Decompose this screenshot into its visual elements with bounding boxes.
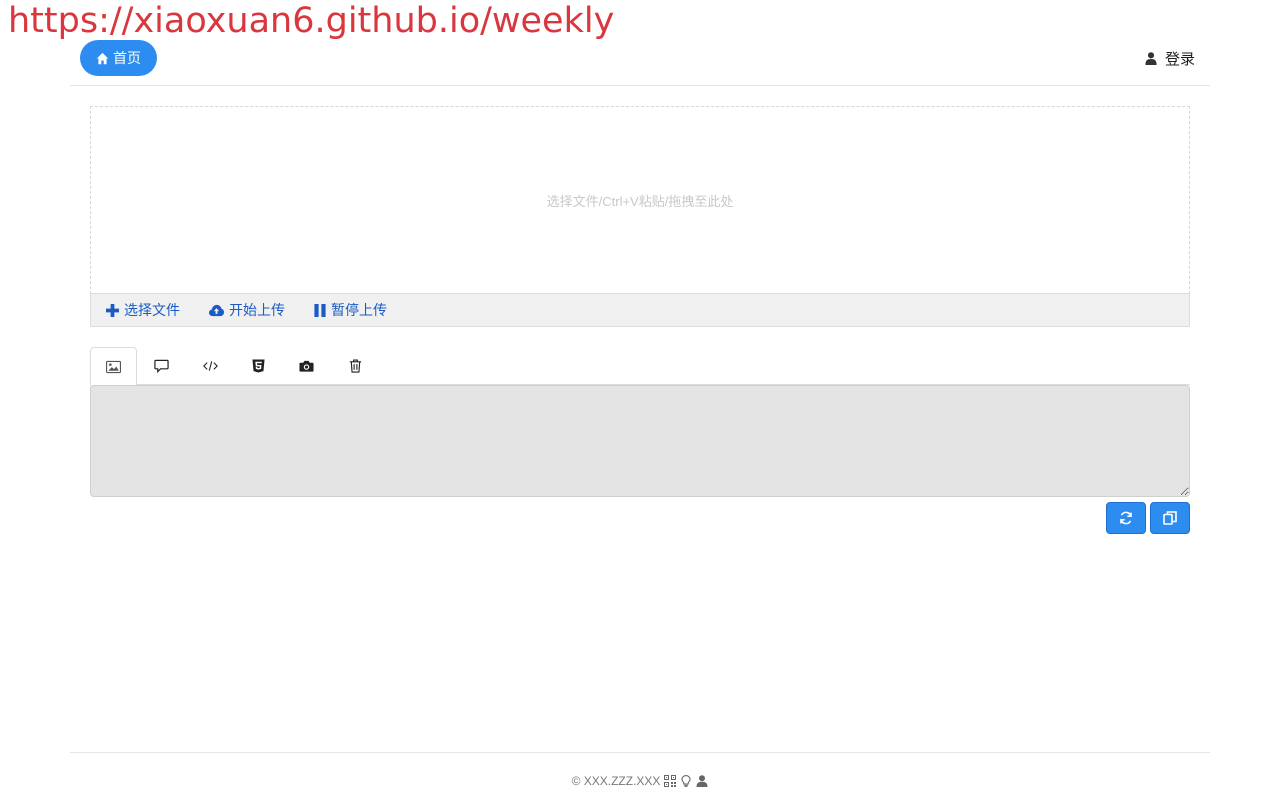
copy-icon	[1163, 511, 1177, 525]
pause-icon	[314, 303, 326, 317]
user-icon[interactable]	[696, 775, 708, 787]
home-icon	[96, 52, 109, 64]
code-icon	[203, 361, 218, 371]
cloud-upload-icon	[209, 304, 224, 316]
tab-comment[interactable]	[138, 347, 185, 385]
choose-file-button[interactable]: 选择文件	[106, 300, 180, 320]
upload-toolbar: 选择文件 开始上传 暂停上传	[90, 293, 1190, 327]
home-button[interactable]: 首页	[80, 40, 157, 76]
login-label: 登录	[1164, 51, 1195, 68]
login-link[interactable]: 登录	[1145, 48, 1195, 69]
pause-upload-label: 暂停上传	[331, 302, 387, 318]
camera-icon	[299, 360, 314, 372]
start-upload-button[interactable]: 开始上传	[209, 300, 285, 320]
home-button-label: 首页	[113, 50, 141, 66]
refresh-button[interactable]	[1106, 502, 1146, 534]
image-icon	[106, 360, 121, 373]
dropzone-hint: 选择文件/Ctrl+V粘贴/拖拽至此处	[546, 194, 734, 209]
plus-icon	[106, 303, 119, 317]
tab-camera[interactable]	[283, 347, 330, 385]
start-upload-label: 开始上传	[229, 302, 285, 318]
tab-trash[interactable]	[332, 347, 379, 385]
pause-upload-button[interactable]: 暂停上传	[314, 300, 387, 320]
footer-copyright: © XXX.ZZZ.XXX	[571, 774, 661, 788]
upload-dropzone[interactable]: 选择文件/Ctrl+V粘贴/拖拽至此处	[90, 106, 1190, 294]
user-icon	[1145, 52, 1157, 65]
html5-icon	[252, 359, 265, 373]
refresh-icon	[1120, 511, 1132, 525]
lightbulb-icon[interactable]	[680, 775, 692, 787]
tab-html5[interactable]	[235, 347, 282, 385]
result-textarea[interactable]	[90, 385, 1190, 497]
tab-code[interactable]	[187, 347, 234, 385]
watermark-url: https://xiaoxuan6.github.io/weekly	[8, 1, 615, 41]
format-tabs	[90, 347, 1190, 386]
footer: © XXX.ZZZ.XXX	[0, 772, 1280, 790]
choose-file-label: 选择文件	[124, 302, 180, 318]
qrcode-icon[interactable]	[664, 775, 677, 787]
comment-icon	[154, 359, 169, 373]
copy-button[interactable]	[1150, 502, 1190, 534]
footer-divider	[70, 752, 1210, 753]
tab-image[interactable]	[90, 347, 137, 386]
top-navbar: 首页 登录	[70, 38, 1210, 86]
trash-icon	[349, 359, 362, 373]
